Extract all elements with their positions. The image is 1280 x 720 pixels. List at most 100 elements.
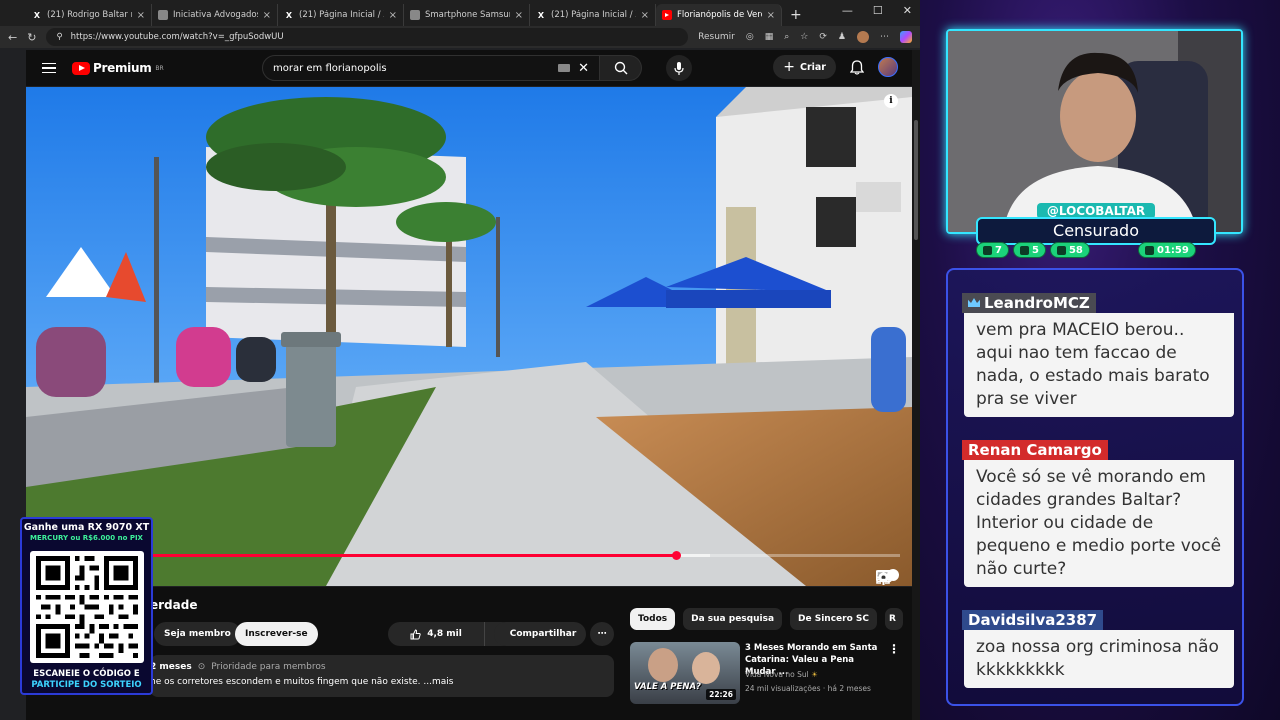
keyboard-icon[interactable] — [558, 64, 571, 72]
logo-region: BR — [155, 64, 164, 72]
tab-title: (21) Página Inicial / X — [299, 10, 384, 20]
tab-bar: X (21) Rodrigo Baltar no X: "Es × Inicia… — [0, 0, 920, 26]
search-bar: morar em florianopolis ✕ — [262, 55, 642, 81]
create-button[interactable]: + Criar — [773, 55, 836, 79]
close-icon[interactable]: × — [515, 10, 523, 21]
fullscreen-icon[interactable] — [876, 570, 890, 584]
tab-1[interactable]: Iniciativa Advogados Contra × — [152, 4, 278, 26]
header-actions: + Criar — [773, 55, 898, 79]
recommended-video[interactable]: VALE A PENA? 22:26 3 Meses Morando em Sa… — [630, 642, 900, 704]
tab-5-active[interactable]: Florianópolis de Verdade - Y × — [656, 4, 782, 26]
address-bar: ← ↻ ⚲ https://www.youtube.com/watch?v=_g… — [0, 26, 920, 48]
recommendation-chips: Todos Da sua pesquisa De Sincero SC R › — [630, 608, 920, 630]
share-button[interactable]: Compartilhar — [494, 622, 586, 646]
more-dots-icon: ⋯ — [597, 629, 607, 639]
search-value: morar em florianopolis — [273, 62, 387, 74]
maximize-icon[interactable]: ☐ — [873, 4, 883, 17]
chat-text: zoa nossa org criminosa não kkkkkkkkk — [964, 630, 1234, 688]
site-info-icon[interactable]: ⚲ — [56, 32, 62, 42]
menu-dots-icon[interactable]: ⋯ — [880, 32, 889, 42]
search-input[interactable]: morar em florianopolis ✕ — [262, 55, 600, 81]
profile-avatar[interactable] — [857, 31, 869, 43]
refresh-ext-icon[interactable]: ⟳ — [819, 32, 827, 42]
window-controls: — ☐ ✕ — [842, 4, 912, 17]
toolbar-right: Resumir ◎ ▦ ⌕ ☆ ⟳ ♟ ⋯ — [698, 31, 912, 43]
youtube-logo[interactable]: Premium BR — [72, 61, 164, 75]
tab-2[interactable]: X (21) Página Inicial / X × — [278, 4, 404, 26]
chip-all[interactable]: Todos — [630, 608, 676, 630]
join-member-button[interactable]: Seja membro — [154, 622, 241, 646]
thumbnail-caption: VALE A PENA? — [634, 682, 701, 692]
hamburger-menu-icon[interactable] — [42, 62, 56, 74]
kick-count: 58 — [1068, 244, 1083, 256]
tab-4[interactable]: X (21) Página Inicial / X × — [530, 4, 656, 26]
back-icon[interactable]: ← — [8, 31, 17, 44]
more-actions-button[interactable]: ⋯ — [590, 622, 614, 646]
bookmark-star-icon[interactable]: ☆ — [800, 32, 808, 42]
tab-title: Smartphone Samsung Galax — [425, 10, 510, 20]
clear-search-icon[interactable]: ✕ — [578, 61, 589, 76]
description-box[interactable]: 2 meses ⊙ Prioridade para membros he os … — [150, 655, 614, 697]
notifications-bell-icon[interactable] — [850, 59, 864, 75]
close-icon[interactable]: × — [641, 10, 649, 21]
description-meta: 2 meses ⊙ Prioridade para membros — [150, 662, 614, 672]
plus-icon: + — [783, 59, 795, 75]
tab-0[interactable]: X (21) Rodrigo Baltar no X: "Es × — [26, 4, 152, 26]
url-field[interactable]: ⚲ https://www.youtube.com/watch?v=_gfpuS… — [46, 28, 689, 46]
progress-bar[interactable] — [38, 551, 900, 560]
chat-message: Renan Camargo Você só se vê morando em c… — [962, 440, 1234, 587]
recommended-channel[interactable]: Vida Nova no Sul ☀ — [745, 670, 818, 679]
extension-icon[interactable]: ♟ — [838, 32, 846, 42]
close-icon[interactable]: × — [137, 10, 145, 21]
share-label: Compartilhar — [509, 629, 577, 639]
close-icon[interactable]: × — [767, 10, 775, 21]
close-icon[interactable]: × — [263, 10, 271, 21]
chip-partial[interactable]: R — [885, 608, 903, 630]
scrollbar-thumb[interactable] — [914, 120, 918, 240]
chat-message: Davidsilva2387 zoa nossa org criminosa n… — [962, 610, 1234, 688]
tab-3[interactable]: Smartphone Samsung Galax × — [404, 4, 530, 26]
join-member-label: Seja membro — [164, 629, 231, 639]
chip-from-search[interactable]: Da sua pesquisa — [683, 608, 783, 630]
resume-button[interactable]: Resumir — [698, 32, 735, 42]
promo-cta-line2: PARTICIPE DO SORTEIO — [31, 680, 142, 690]
apps-icon[interactable]: ▦ — [765, 32, 774, 42]
reload-icon[interactable]: ↻ — [27, 31, 36, 44]
zoom-icon[interactable]: ⌕ — [784, 32, 789, 42]
chip-channel[interactable]: De Sincero SC — [790, 608, 877, 630]
copilot-icon[interactable] — [900, 31, 912, 43]
video-player[interactable]: i — [26, 87, 912, 586]
chat-text: Você só se vê morando em cidades grandes… — [964, 460, 1234, 587]
page-scrollbar[interactable] — [912, 50, 920, 720]
doc-icon — [158, 10, 168, 20]
like-button[interactable]: 4,8 mil — [388, 622, 484, 646]
video-thumbnail[interactable]: VALE A PENA? 22:26 — [630, 642, 740, 704]
search-icon — [614, 61, 627, 75]
chat-message: LeandroMCZ vem pra MACEIO berou.. aqui n… — [962, 292, 1234, 417]
progress-scrubber[interactable] — [671, 551, 681, 560]
video-frame — [26, 87, 912, 586]
search-button[interactable] — [600, 55, 642, 81]
tab-title: (21) Página Inicial / X — [551, 10, 636, 20]
clock-icon — [1145, 245, 1154, 255]
more-vert-icon[interactable]: ⋮ — [888, 642, 900, 656]
subscribe-label: Inscrever-se — [245, 629, 308, 639]
subscribe-button[interactable]: Inscrever-se — [235, 622, 318, 646]
youtube-icon — [1019, 245, 1029, 255]
close-icon[interactable]: × — [389, 10, 397, 21]
new-tab-button[interactable]: + — [782, 4, 810, 26]
giveaway-promo: Ganhe uma RX 9070 XT MERCURY ou R$6.000 … — [20, 517, 153, 695]
tab-title: Florianópolis de Verdade - Y — [677, 10, 762, 20]
youtube-count: 5 — [1031, 244, 1039, 256]
voice-search-button[interactable] — [666, 55, 692, 81]
info-icon[interactable]: i — [884, 94, 898, 108]
minimize-icon[interactable]: — — [842, 4, 853, 17]
username-text: LeandroMCZ — [984, 293, 1090, 312]
user-avatar[interactable] — [878, 57, 898, 77]
translate-icon[interactable]: ◎ — [746, 32, 754, 42]
thumbs-up-icon — [410, 628, 421, 639]
url-text: https://www.youtube.com/watch?v=_gfpuSod… — [70, 32, 284, 42]
x-icon: X — [33, 10, 41, 20]
priority-icon: ⊙ — [197, 662, 206, 672]
close-window-icon[interactable]: ✕ — [903, 4, 912, 17]
